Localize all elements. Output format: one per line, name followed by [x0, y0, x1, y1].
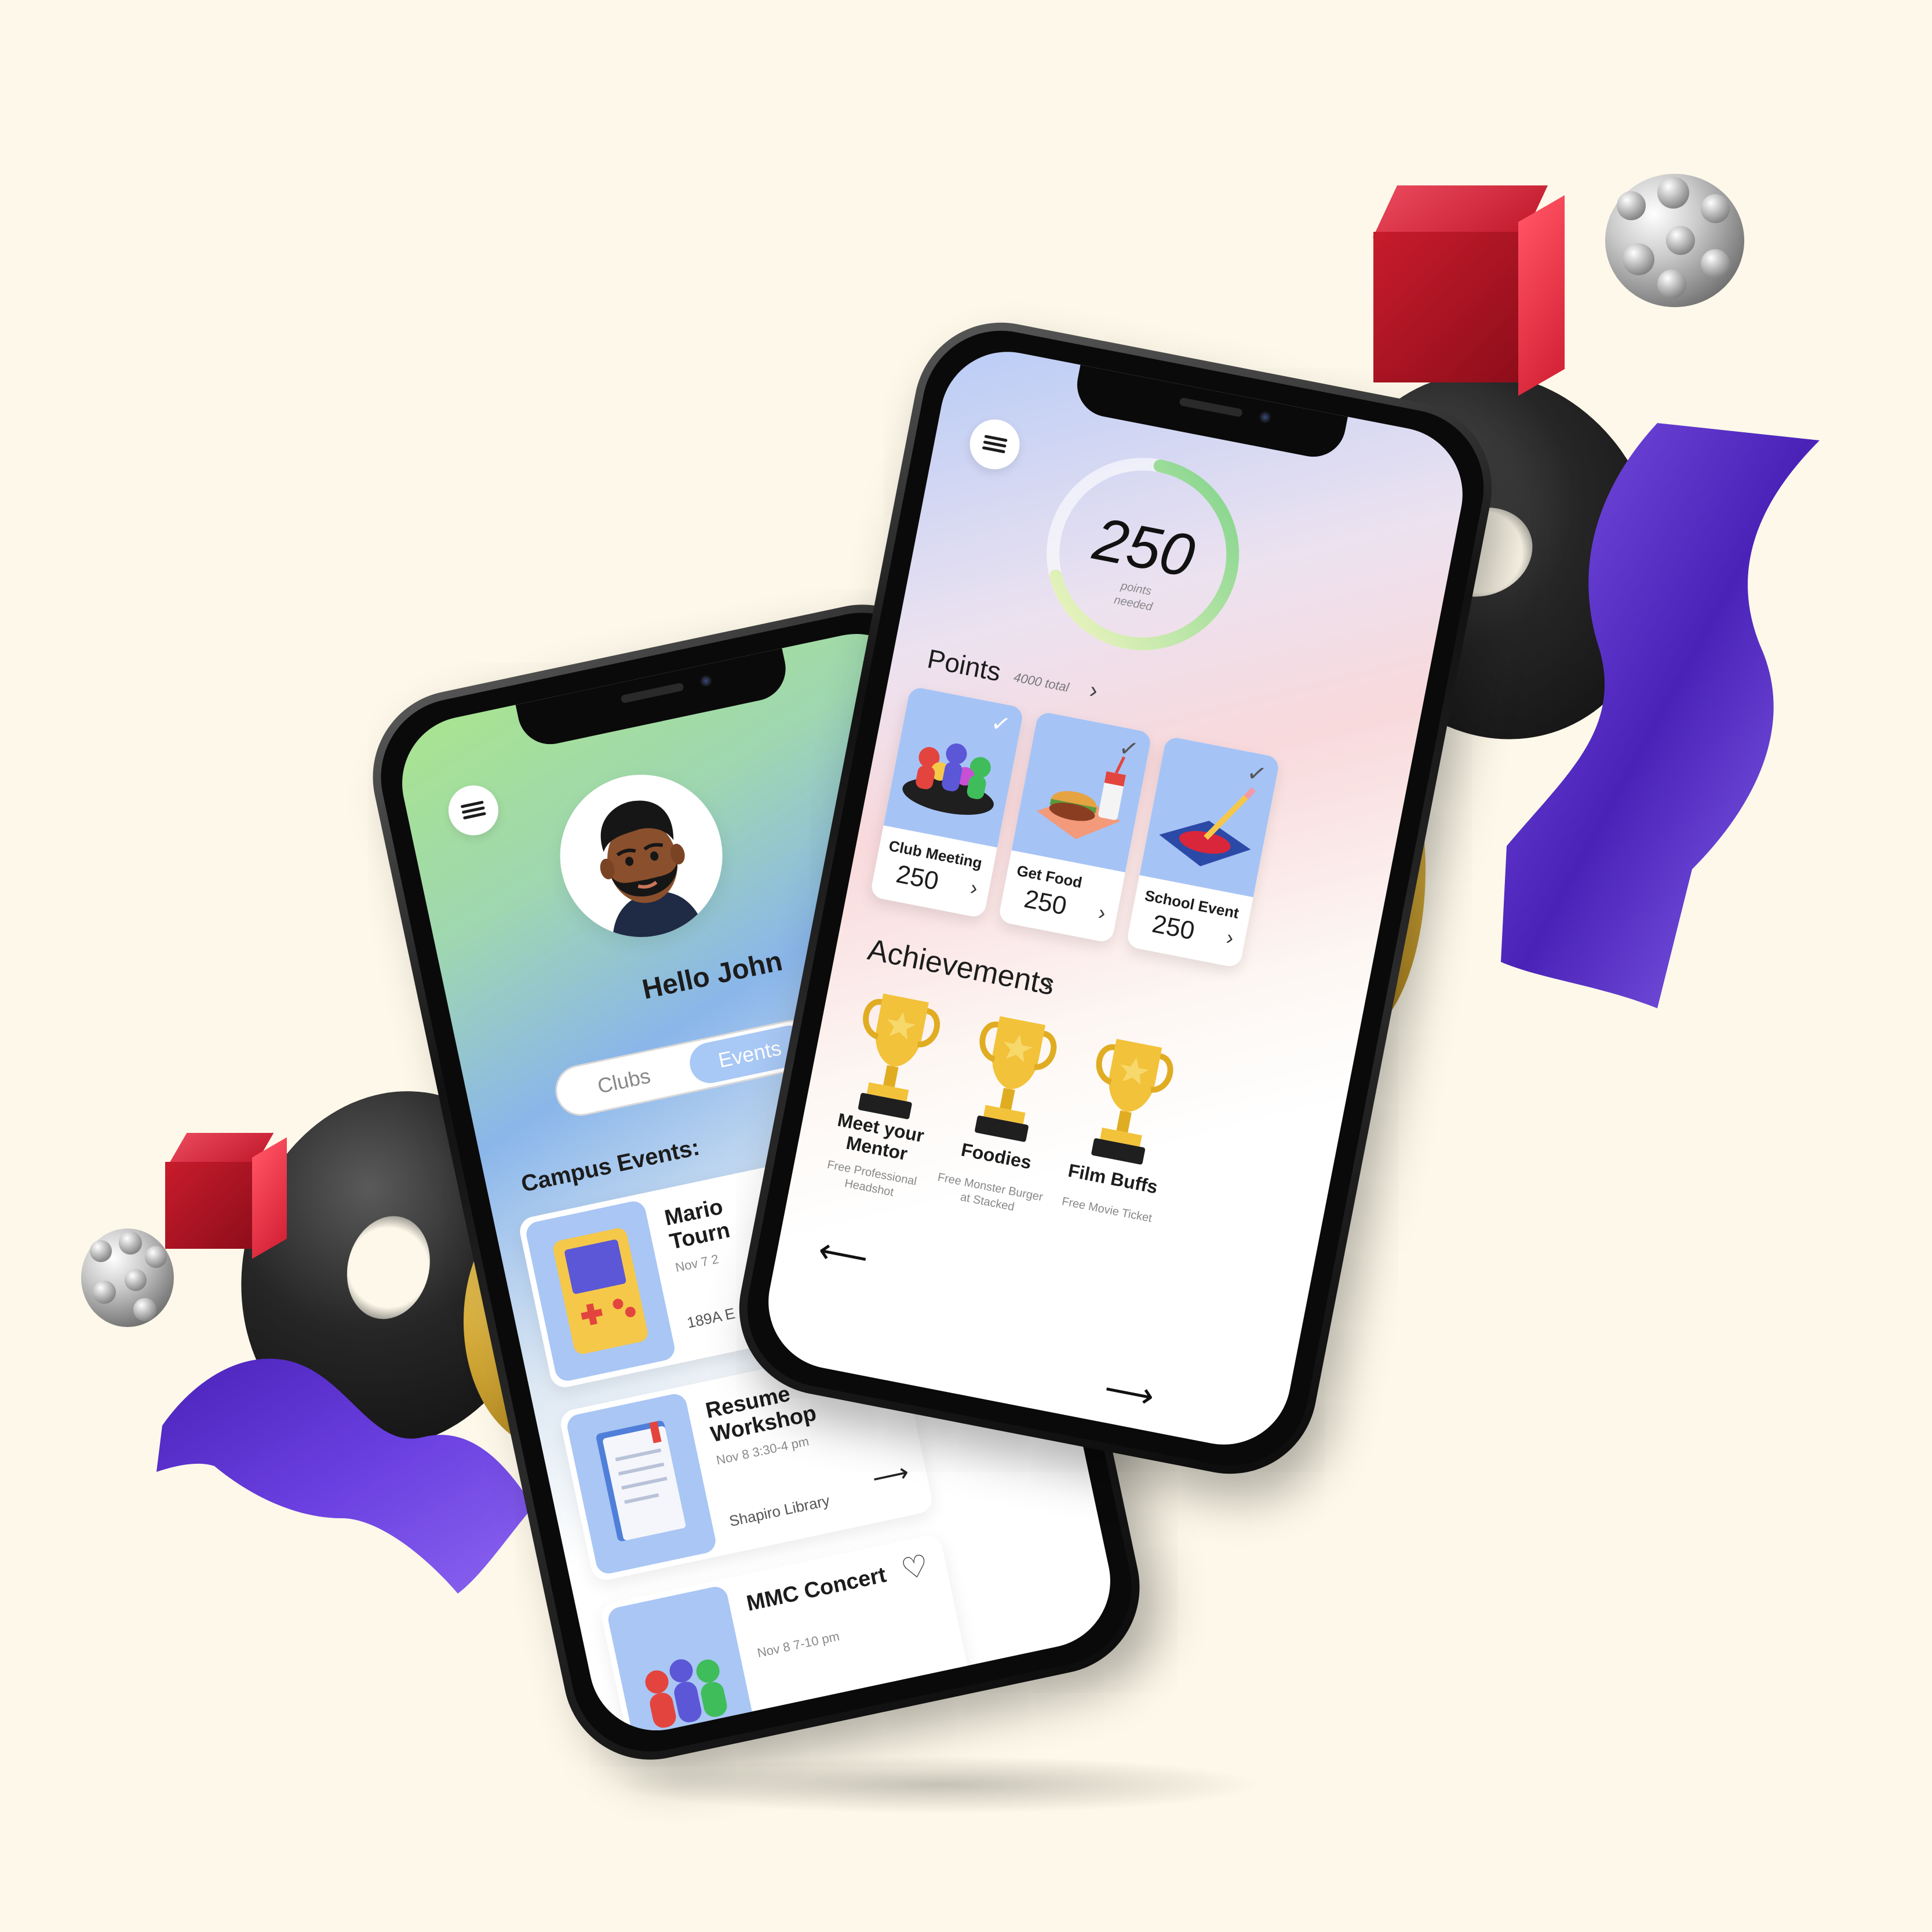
points-gauge: 250 points needed: [1020, 432, 1265, 676]
avatar[interactable]: [545, 759, 738, 952]
purple-ribbon-left: [156, 1358, 533, 1594]
chevron-right-icon[interactable]: ›: [1087, 677, 1100, 704]
document-folder-icon: [596, 1420, 686, 1541]
task-card-club-meeting[interactable]: ✓ Club Meeting 250 ›: [869, 686, 1025, 919]
task-points: 250: [1150, 909, 1197, 946]
event-location: 189A E: [685, 1304, 737, 1332]
red-cube-left: [165, 1133, 298, 1260]
event-time: Nov 7 2: [674, 1251, 720, 1275]
trophy-icon: [1091, 1038, 1173, 1165]
event-thumbnail: [565, 1391, 718, 1576]
people-group-icon: [902, 743, 994, 815]
event-time: Nov 8 7-10 pm: [756, 1628, 841, 1661]
purple-ribbon-right: [1501, 423, 1820, 1008]
chevron-right-icon[interactable]: ›: [968, 875, 980, 901]
people-group-icon: [645, 1659, 727, 1728]
menu-button[interactable]: [443, 781, 503, 840]
points-heading[interactable]: Points: [925, 643, 1004, 687]
task-card-get-food[interactable]: ✓ Get Food 250 ›: [997, 710, 1153, 944]
menu-button[interactable]: [965, 415, 1025, 474]
tab-clubs[interactable]: Clubs: [560, 1049, 688, 1114]
task-points: 250: [894, 859, 941, 896]
hamburger-icon: [460, 800, 487, 821]
silver-ball-right: [1605, 174, 1744, 307]
achievement-reward: Free Monster Burger at Stacked: [936, 1171, 1044, 1214]
hamburger-icon: [982, 435, 1008, 454]
event-location: Shapiro Library: [727, 1492, 832, 1530]
arrow-left-icon[interactable]: ⟵: [815, 1230, 872, 1279]
arrow-right-icon[interactable]: ⟶: [870, 1457, 912, 1494]
burger-meal-icon: [1037, 756, 1126, 839]
trophy-icon: [975, 1016, 1057, 1142]
silver-ball-left: [81, 1229, 174, 1327]
achievement-reward: Free Movie Ticket: [1060, 1195, 1153, 1225]
points-phone: 250 points needed Points 4000 total › ✓ …: [724, 307, 1507, 1489]
trophy-icon: [858, 993, 940, 1120]
arrow-right-icon[interactable]: ⟶: [1101, 1368, 1158, 1417]
points-screen: 250 points needed Points 4000 total › ✓ …: [757, 340, 1474, 1456]
event-thumbnail: [606, 1584, 759, 1743]
task-card-school-event[interactable]: ✓ School Event 250 ›: [1125, 735, 1281, 969]
points-total: 4000 total: [1012, 669, 1070, 695]
achievement-film-buffs[interactable]: Film Buffs Free Movie Ticket: [1051, 1023, 1190, 1257]
task-label: Get Food: [1015, 861, 1084, 892]
event-thumbnail: [524, 1199, 677, 1383]
task-points: 250: [1022, 884, 1069, 921]
pencil-paper-icon: [1159, 787, 1256, 866]
chevron-right-icon[interactable]: ›: [1224, 925, 1236, 950]
phone-notch: [515, 648, 792, 750]
red-cube-right: [1373, 185, 1582, 406]
floor-shadow: [614, 1756, 1263, 1814]
memoji-avatar-icon: [600, 800, 703, 945]
chevron-right-icon[interactable]: ›: [1096, 900, 1108, 925]
game-console-icon: [553, 1228, 648, 1354]
